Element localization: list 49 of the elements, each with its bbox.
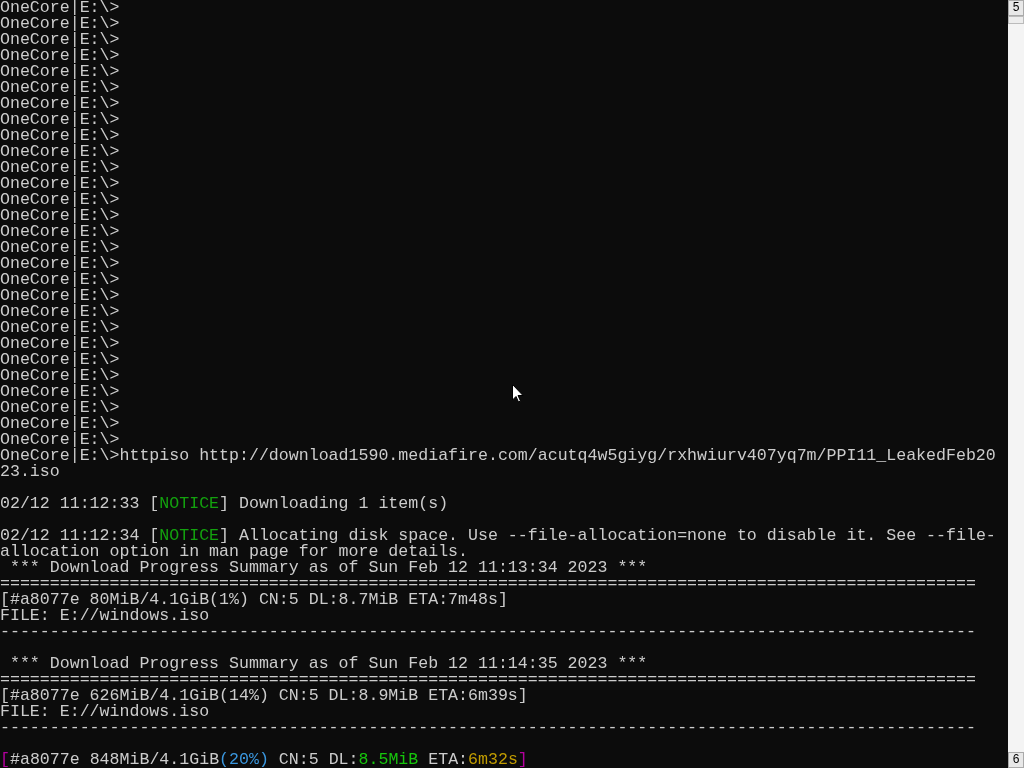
terminal-line: [#a8077e 626MiB/4.1GiB(14%) CN:5 DL:8.9MiB ETA:6m39s]: [0, 688, 528, 704]
terminal-line: 02/12 11:12:34 [NOTICE] Allocating disk space. Use --file-allocation=none to disable it. See --file-: [0, 528, 996, 544]
mouse-pointer-icon: [512, 384, 524, 403]
terminal-line: OneCore|E:\>: [0, 240, 120, 256]
terminal-line: OneCore|E:\>: [0, 96, 120, 112]
terminal-line: 23.iso: [0, 464, 60, 480]
terminal-line: OneCore|E:\>: [0, 272, 120, 288]
scrollbar[interactable]: 5 6: [1008, 0, 1024, 768]
terminal-line: OneCore|E:\>: [0, 352, 120, 368]
terminal-line: OneCore|E:\>: [0, 384, 120, 400]
terminal-line: *** Download Progress Summary as of Sun Feb 12 11:14:35 2023 ***: [8, 656, 648, 672]
terminal-line: OneCore|E:\>: [0, 208, 120, 224]
terminal-line: OneCore|E:\>: [0, 400, 120, 416]
terminal-line: OneCore|E:\>: [0, 304, 120, 320]
terminal-line: ==================================================================================================: [0, 576, 976, 592]
terminal-line: OneCore|E:\>: [0, 160, 120, 176]
terminal-line: [#a8077e 80MiB/4.1GiB(1%) CN:5 DL:8.7MiB ETA:7m48s]: [0, 592, 508, 608]
terminal-line: OneCore|E:\>: [0, 432, 120, 448]
terminal-line: --------------------------------------------------------------------------------------------------: [0, 720, 976, 736]
scroll-down-button[interactable]: 6: [1008, 752, 1024, 768]
terminal-line: ==================================================================================================: [0, 672, 976, 688]
terminal-line: [#a8077e 848MiB/4.1GiB(20%) CN:5 DL:8.5MiB ETA:6m32s]: [0, 752, 528, 768]
terminal-line: OneCore|E:\>: [0, 256, 120, 272]
terminal-line: OneCore|E:\>: [0, 224, 120, 240]
terminal-line: OneCore|E:\>: [0, 48, 120, 64]
terminal-line: OneCore|E:\>: [0, 112, 120, 128]
terminal-line: --------------------------------------------------------------------------------------------------: [0, 624, 976, 640]
terminal-line: OneCore|E:\>: [0, 320, 120, 336]
scroll-up-button[interactable]: 5: [1008, 0, 1024, 16]
terminal-line: OneCore|E:\>: [0, 16, 120, 32]
terminal-line: OneCore|E:\>: [0, 288, 120, 304]
terminal-line: OneCore|E:\>: [0, 32, 120, 48]
terminal-line: OneCore|E:\>: [0, 416, 120, 432]
terminal-line: allocation option in man page for more details.: [0, 544, 469, 560]
terminal-line: OneCore|E:\>: [0, 176, 120, 192]
terminal-line: OneCore|E:\>: [0, 336, 120, 352]
terminal-line: OneCore|E:\>: [0, 80, 120, 96]
terminal-line: FILE: E://windows.iso: [0, 608, 210, 624]
terminal-line: OneCore|E:\>: [0, 64, 120, 80]
terminal-line: FILE: E://windows.iso: [0, 704, 210, 720]
terminal-line: OneCore|E:\>httpiso http://download1590.mediafire.com/acutq4w5giyg/rxhwiurv407yq7m/PPI11_LeakedFeb20: [0, 448, 996, 464]
terminal-line: *** Download Progress Summary as of Sun Feb 12 11:13:34 2023 ***: [8, 560, 648, 576]
terminal-line: OneCore|E:\>: [0, 128, 120, 144]
terminal-line: OneCore|E:\>: [0, 0, 120, 16]
terminal-line: OneCore|E:\>: [0, 192, 120, 208]
terminal-line: OneCore|E:\>: [0, 368, 120, 384]
terminal-line: OneCore|E:\>: [0, 144, 120, 160]
terminal-line: 02/12 11:12:33 [NOTICE] Downloading 1 item(s): [0, 496, 449, 512]
scroll-thumb[interactable]: [1008, 16, 1024, 24]
